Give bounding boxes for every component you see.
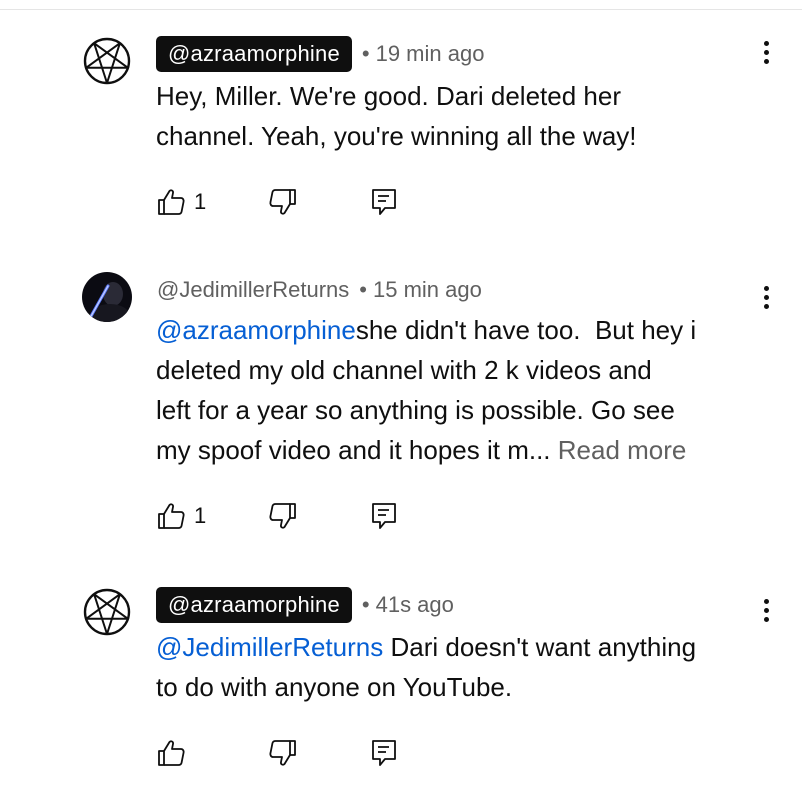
author-handle[interactable]: @azraamorphine xyxy=(156,36,352,72)
separator: • xyxy=(359,277,367,302)
like-button[interactable] xyxy=(156,737,194,769)
comment-header: @azraamorphine • 19 min ago xyxy=(156,36,484,72)
read-more-link[interactable]: Read more xyxy=(558,435,687,465)
dislike-button[interactable] xyxy=(268,737,298,769)
mention-link[interactable]: @JedimillerReturns xyxy=(156,632,383,662)
comment-header: @azraamorphine • 41s ago xyxy=(156,587,454,623)
reply-button[interactable] xyxy=(369,737,399,769)
like-button[interactable]: 1 xyxy=(156,186,206,218)
pentagram-icon xyxy=(83,588,131,636)
mention-link[interactable]: @azraamorphine xyxy=(156,315,356,345)
dislike-button[interactable] xyxy=(268,186,298,218)
comment-time[interactable]: 19 min ago xyxy=(376,41,485,67)
comment-header: @JedimillerReturns • 15 min ago xyxy=(156,272,482,308)
like-count: 1 xyxy=(194,503,207,528)
lightsaber-photo xyxy=(82,272,132,322)
reply-button[interactable] xyxy=(369,500,399,532)
separator: • xyxy=(361,41,370,66)
avatar[interactable] xyxy=(82,587,132,637)
like-count: 1 xyxy=(194,189,207,214)
dislike-button[interactable] xyxy=(268,500,298,532)
thumbs-down-icon xyxy=(269,189,296,215)
more-vertical-icon[interactable] xyxy=(757,41,777,71)
reply-comment-icon xyxy=(372,189,396,215)
reply-button[interactable] xyxy=(369,186,399,218)
separator: • xyxy=(361,592,370,617)
thumbs-up-icon xyxy=(158,503,185,529)
reply-comment-icon xyxy=(372,740,396,766)
avatar[interactable] xyxy=(82,272,132,322)
reply-comment-icon xyxy=(372,503,396,529)
avatar[interactable] xyxy=(82,36,132,86)
thumbs-up-icon xyxy=(158,740,185,766)
author-handle[interactable]: @JedimillerReturns xyxy=(156,272,349,308)
comment-time[interactable]: 15 min ago xyxy=(373,277,482,303)
comment-time[interactable]: 41s ago xyxy=(376,592,454,618)
pentagram-icon xyxy=(83,37,131,85)
comment-body: Hey, Miller. We're good. Dari deleted he… xyxy=(156,81,637,151)
thumbs-down-icon xyxy=(269,740,296,766)
top-divider xyxy=(0,9,802,10)
comment-text: @JedimillerReturns Dari doesn't want any… xyxy=(156,627,776,707)
comment-text: Hey, Miller. We're good. Dari deleted he… xyxy=(156,76,776,156)
comment-text: @azraamorphineshe didn't have too. But h… xyxy=(156,310,776,470)
thumbs-up-icon xyxy=(158,189,185,215)
author-handle[interactable]: @azraamorphine xyxy=(156,587,352,623)
like-button[interactable]: 1 xyxy=(156,500,206,532)
thumbs-down-icon xyxy=(269,503,296,529)
more-vertical-icon[interactable] xyxy=(757,599,777,629)
